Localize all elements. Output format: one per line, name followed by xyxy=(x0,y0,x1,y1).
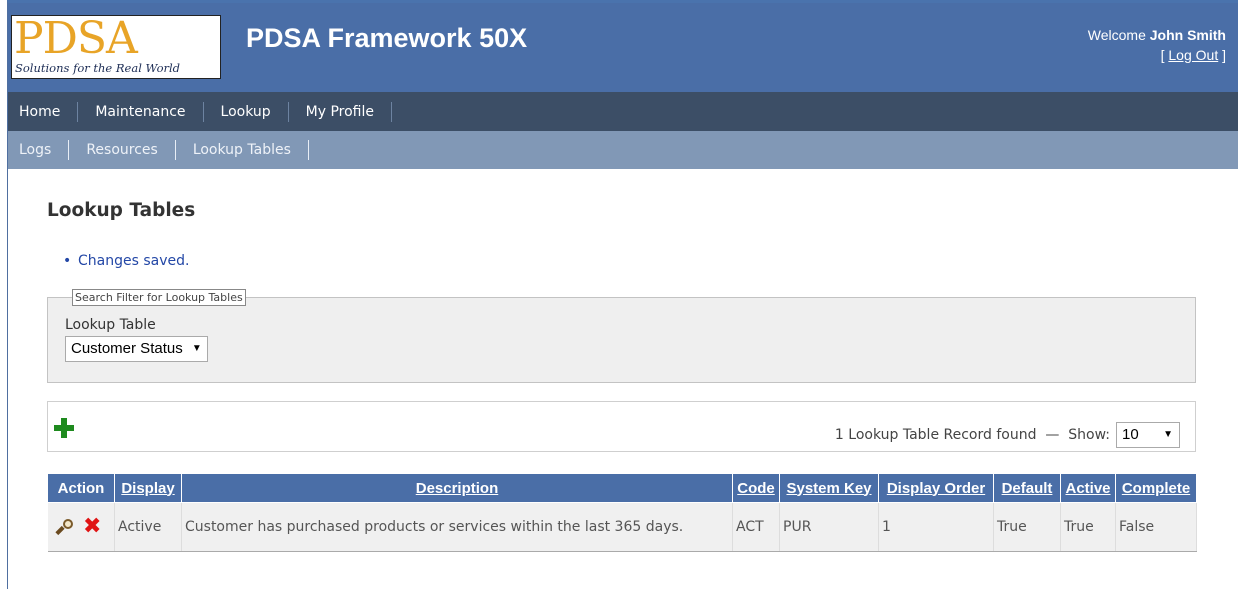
record-count-text: 1 Lookup Table Record found xyxy=(834,427,1037,443)
user-name: John Smith xyxy=(1149,27,1226,43)
app-header: PDSA Solutions for the Real World PDSA F… xyxy=(8,3,1238,92)
cell-default: True xyxy=(993,502,1061,552)
submenu-item-resources[interactable]: Resources xyxy=(69,140,176,160)
column-header-action: Action xyxy=(47,473,115,503)
column-header-system-key[interactable]: System Key xyxy=(779,473,879,503)
plus-icon[interactable] xyxy=(54,418,74,438)
lookup-table-label: Lookup Table xyxy=(65,317,156,333)
logout-link[interactable]: Log Out xyxy=(1168,47,1218,63)
cell-code: ACT xyxy=(732,502,780,552)
sort-link-complete[interactable]: Complete xyxy=(1122,480,1190,497)
welcome-prefix: Welcome xyxy=(1087,27,1146,43)
menu-item-lookup[interactable]: Lookup xyxy=(204,101,289,122)
cell-display-order: 1 xyxy=(878,502,994,552)
column-header-code[interactable]: Code xyxy=(732,473,780,503)
sort-link-display[interactable]: Display xyxy=(121,480,174,497)
page-size-select[interactable]: 10 ▼ xyxy=(1116,422,1180,448)
app-title: PDSA Framework 50X xyxy=(246,23,528,53)
table-row: ✖ Active Customer has purchased products… xyxy=(47,502,1197,552)
submenu-item-logs[interactable]: Logs xyxy=(8,140,70,160)
cell-display: Active xyxy=(114,502,182,552)
sort-link-display-order[interactable]: Display Order xyxy=(887,480,985,497)
logout-bracket-close: ] xyxy=(1222,47,1226,63)
column-header-default[interactable]: Default xyxy=(993,473,1061,503)
row-actions: ✖ xyxy=(47,502,115,552)
lookup-table-value: Customer Status xyxy=(71,340,183,357)
column-header-display[interactable]: Display xyxy=(114,473,182,503)
cell-active: True xyxy=(1060,502,1116,552)
logout-bracket-open: [ xyxy=(1160,47,1165,63)
sort-link-system-key[interactable]: System Key xyxy=(786,480,871,497)
column-header-description[interactable]: Description xyxy=(181,473,733,503)
menu-item-maintenance[interactable]: Maintenance xyxy=(78,101,204,122)
table-header-row: Action Display Description Code System K… xyxy=(47,473,1197,503)
column-header-active[interactable]: Active xyxy=(1060,473,1116,503)
sub-menu: Logs Resources Lookup Tables xyxy=(8,131,1238,169)
lookup-table-select[interactable]: Customer Status ▼ xyxy=(65,336,208,362)
record-count: 1 Lookup Table Record found — Show: xyxy=(835,427,1110,443)
sort-link-code[interactable]: Code xyxy=(737,480,775,497)
menu-item-home[interactable]: Home xyxy=(8,101,79,122)
sort-link-description[interactable]: Description xyxy=(416,480,499,497)
sort-link-active[interactable]: Active xyxy=(1065,480,1110,497)
grid-toolbar: 1 Lookup Table Record found — Show: 10 ▼ xyxy=(47,401,1196,452)
lookup-table-grid: Action Display Description Code System K… xyxy=(47,473,1197,552)
logo-text: PDSA xyxy=(14,13,138,64)
show-label: Show: xyxy=(1068,427,1110,443)
magnifier-icon[interactable] xyxy=(54,519,73,536)
record-count-separator: — xyxy=(1045,427,1060,443)
filter-legend: Search Filter for Lookup Tables xyxy=(72,289,246,306)
page-size-value: 10 xyxy=(1122,426,1139,443)
submenu-item-lookup-tables[interactable]: Lookup Tables xyxy=(176,140,309,160)
cell-complete: False xyxy=(1115,502,1197,552)
cell-system-key: PUR xyxy=(779,502,879,552)
menu-item-my-profile[interactable]: My Profile xyxy=(289,101,392,122)
page-title: Lookup Tables xyxy=(47,200,196,221)
pdsa-logo[interactable]: PDSA Solutions for the Real World xyxy=(11,13,221,79)
main-menu: Home Maintenance Lookup My Profile xyxy=(8,92,1238,131)
status-message: Changes saved. xyxy=(63,253,190,269)
delete-x-icon[interactable]: ✖ xyxy=(83,516,101,538)
logo-tagline: Solutions for the Real World xyxy=(15,61,181,75)
sort-link-default[interactable]: Default xyxy=(1002,480,1053,497)
chevron-down-icon: ▼ xyxy=(191,343,202,354)
welcome-block: Welcome John Smith [ Log Out ] xyxy=(1088,25,1226,65)
column-header-complete[interactable]: Complete xyxy=(1115,473,1197,503)
cell-description: Customer has purchased products or servi… xyxy=(181,502,733,552)
chevron-down-icon: ▼ xyxy=(1163,429,1173,440)
search-filter-panel: Lookup Table Customer Status ▼ xyxy=(47,297,1196,383)
column-header-display-order[interactable]: Display Order xyxy=(878,473,994,503)
